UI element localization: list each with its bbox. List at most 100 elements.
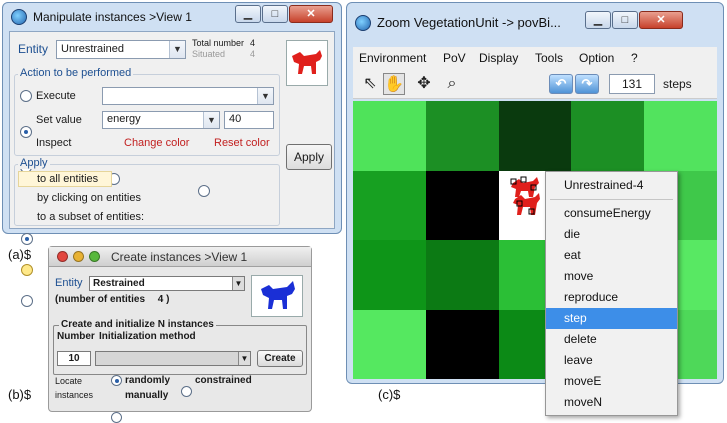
caption-b: (b)$ <box>8 387 32 402</box>
animal-icon <box>292 50 322 74</box>
minimize-button[interactable]: ▁ <box>585 11 611 29</box>
constrained-label: constrained <box>195 375 252 386</box>
menu-help[interactable]: ? <box>631 51 638 65</box>
menu-pov[interactable]: PoV <box>443 51 466 65</box>
titlebar[interactable]: Zoom VegetationUnit -> povBi... ▁ □ ✕ <box>347 3 723 47</box>
close-icon: ✕ <box>656 14 666 26</box>
maximize-icon: □ <box>621 14 629 26</box>
menu-environment[interactable]: Environment <box>359 51 426 65</box>
value-input[interactable]: 40 <box>224 111 274 129</box>
context-item-die[interactable]: die <box>546 224 677 245</box>
grid-cell[interactable] <box>353 309 426 379</box>
count-label: (number of entities <box>55 294 146 305</box>
menu-tools[interactable]: Tools <box>535 51 563 65</box>
minimize-icon: ▁ <box>593 14 603 26</box>
grid-cell[interactable] <box>644 101 717 171</box>
context-item-step[interactable]: step <box>546 308 677 329</box>
execute-label: Execute <box>36 90 76 102</box>
grid-cell[interactable] <box>571 101 645 171</box>
chevron-down-icon: ▼ <box>169 41 185 58</box>
window-title: Zoom VegetationUnit -> povBi... <box>377 15 561 30</box>
situated-label: Situated <box>192 49 226 59</box>
apply-legend: Apply <box>18 157 50 169</box>
close-button[interactable]: ✕ <box>289 5 333 23</box>
context-item-leave[interactable]: leave <box>546 350 677 371</box>
count-value: 4 <box>157 294 164 305</box>
grid-cell[interactable] <box>425 170 499 240</box>
agent-icons <box>510 176 540 215</box>
inspect-label: Inspect <box>36 137 72 149</box>
titlebar[interactable]: Create instances >View 1 <box>49 247 311 267</box>
grid-cell[interactable] <box>425 309 499 379</box>
step-back-button[interactable]: ↶ <box>549 74 573 94</box>
grid-cell[interactable] <box>498 101 572 171</box>
count-line: (number of entities 4 ) <box>55 294 169 305</box>
grid-cell[interactable] <box>353 240 426 310</box>
entity-select[interactable]: Unrestrained ▼ <box>56 40 186 59</box>
redo-arrow-icon: ↷ <box>581 76 593 91</box>
grid-cell[interactable] <box>425 101 499 171</box>
entity-select[interactable]: Restrained ▼ <box>89 276 245 291</box>
count-close: ) <box>166 294 170 305</box>
apply-subset-label: to a subset of entities: <box>37 211 145 223</box>
menu-display[interactable]: Display <box>479 51 518 65</box>
context-menu-header: Unrestrained-4 <box>564 178 644 192</box>
number-header: Number <box>57 331 95 342</box>
agents-cluster[interactable] <box>507 175 541 221</box>
menu-option[interactable]: Option <box>579 51 614 65</box>
apply-subset-radio[interactable] <box>21 295 33 307</box>
set-value-radio[interactable] <box>20 126 32 138</box>
chevron-down-icon: ▼ <box>238 352 250 365</box>
entity-picture <box>251 275 303 317</box>
manually-label: manually <box>125 390 169 401</box>
move-icon[interactable]: ✥ <box>413 73 435 95</box>
total-value: 4 <box>250 38 256 48</box>
context-menu-separator <box>550 199 673 200</box>
maximize-button[interactable]: □ <box>262 5 288 23</box>
minimize-button[interactable] <box>73 251 84 262</box>
randomly-radio[interactable] <box>111 375 122 386</box>
grid-cell[interactable] <box>425 240 499 310</box>
caption-a: (a)$ <box>8 247 32 262</box>
create-button[interactable]: Create <box>257 350 303 367</box>
steps-input[interactable]: 131 <box>609 74 655 94</box>
context-item-movee[interactable]: moveE <box>546 371 677 392</box>
grid-cell[interactable] <box>353 170 426 240</box>
maximize-button[interactable]: □ <box>612 11 638 29</box>
chevron-down-icon: ▼ <box>232 277 244 290</box>
titlebar[interactable]: Manipulate instances >View 1 ▁ □ ✕ <box>3 3 341 31</box>
pointer-icon[interactable]: ⇖ <box>359 73 381 95</box>
context-item-move[interactable]: move <box>546 266 677 287</box>
apply-click-radio[interactable] <box>21 264 33 276</box>
method-select[interactable]: ▼ <box>95 351 251 366</box>
context-item-reproduce[interactable]: reproduce <box>546 287 677 308</box>
constrained-radio[interactable] <box>181 386 192 397</box>
grid-cell[interactable] <box>353 101 426 171</box>
create-group-legend: Create and initialize N instances <box>59 319 216 330</box>
entity-label: Entity <box>18 42 49 56</box>
execute-radio[interactable] <box>20 90 32 102</box>
close-button[interactable]: ✕ <box>639 11 683 29</box>
context-item-consumeenergy[interactable]: consumeEnergy <box>546 203 677 224</box>
apply-button[interactable]: Apply <box>286 144 332 170</box>
step-forward-button[interactable]: ↷ <box>575 74 599 94</box>
randomly-label: randomly <box>125 375 171 386</box>
change-color-label: Change color <box>124 137 190 149</box>
close-button[interactable] <box>57 251 68 262</box>
hand-icon[interactable]: ✋ <box>383 73 405 95</box>
context-item-delete[interactable]: delete <box>546 329 677 350</box>
attribute-select-value: energy <box>107 113 141 125</box>
maximize-button[interactable] <box>89 251 100 262</box>
maximize-icon: □ <box>271 8 279 20</box>
attribute-select[interactable]: energy ▼ <box>102 111 220 129</box>
execute-select[interactable]: ▼ <box>102 87 274 105</box>
minimize-button[interactable]: ▁ <box>235 5 261 23</box>
context-item-moven[interactable]: moveN <box>546 392 677 413</box>
apply-all-radio[interactable] <box>21 233 33 245</box>
zoom-icon[interactable]: ⌕ <box>441 73 463 95</box>
window-controls: ▁ □ ✕ <box>235 5 333 23</box>
number-input[interactable]: 10 <box>57 351 91 366</box>
window-controls: ▁ □ ✕ <box>585 11 683 29</box>
context-item-eat[interactable]: eat <box>546 245 677 266</box>
manually-radio[interactable] <box>111 412 122 423</box>
